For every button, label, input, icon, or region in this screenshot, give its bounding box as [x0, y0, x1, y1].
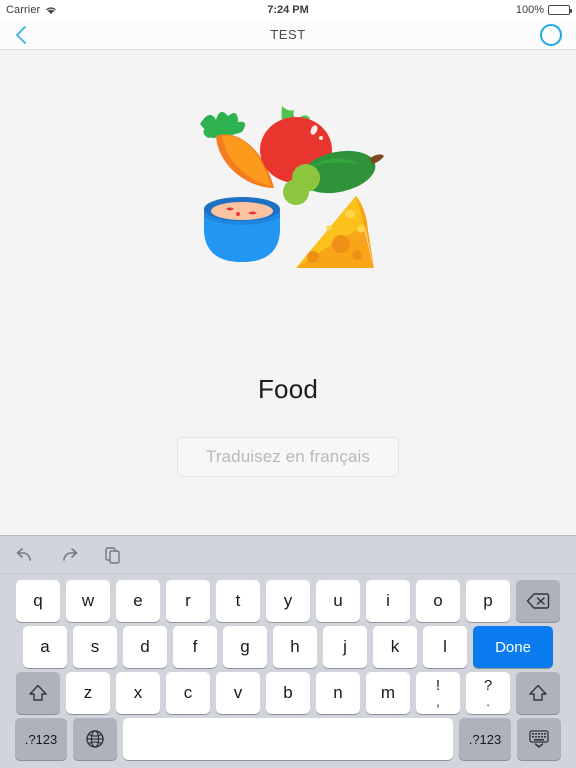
chevron-left-icon: [14, 24, 28, 46]
key-k[interactable]: k: [373, 626, 417, 668]
key-p[interactable]: p: [466, 580, 510, 622]
key-y[interactable]: y: [266, 580, 310, 622]
key-i[interactable]: i: [366, 580, 410, 622]
key-l[interactable]: l: [423, 626, 467, 668]
key-g[interactable]: g: [223, 626, 267, 668]
shift-up-arrow-icon: [28, 683, 48, 703]
numbers-key-right[interactable]: .?123: [459, 718, 511, 760]
wifi-icon: [45, 5, 57, 15]
key-question-period[interactable]: ? .: [466, 672, 510, 714]
keyboard-toolbar: [0, 536, 576, 574]
key-a[interactable]: a: [23, 626, 67, 668]
soup-bowl: [204, 197, 280, 262]
key-s[interactable]: s: [73, 626, 117, 668]
onscreen-keyboard: q w e r t y u i o p a s d f g h j k l Do…: [0, 535, 576, 768]
key-b[interactable]: b: [266, 672, 310, 714]
key-c[interactable]: c: [166, 672, 210, 714]
status-bar-left: Carrier: [6, 4, 57, 16]
keyboard-row-4: .?123 .?123: [3, 717, 573, 761]
space-key[interactable]: [123, 718, 453, 760]
page-title: TEST: [270, 27, 306, 42]
key-period-label: .: [486, 694, 490, 709]
key-question-label: ?: [483, 677, 493, 694]
keyboard-row-3: z x c v b n m ! , ? .: [3, 671, 573, 715]
backspace-key[interactable]: [516, 580, 560, 622]
translation-input[interactable]: Traduisez en français: [177, 437, 399, 477]
cheese-wedge: [296, 196, 374, 268]
globe-icon: [85, 729, 105, 749]
key-q[interactable]: q: [16, 580, 60, 622]
carrier-label: Carrier: [6, 4, 41, 16]
status-bar-right: 100%: [515, 4, 572, 16]
key-x[interactable]: x: [116, 672, 160, 714]
key-d[interactable]: d: [123, 626, 167, 668]
battery-full-icon: [548, 5, 572, 15]
numbers-key-left[interactable]: .?123: [15, 718, 67, 760]
dismiss-keyboard-key[interactable]: [517, 718, 561, 760]
backspace-icon: [526, 592, 550, 610]
done-key[interactable]: Done: [473, 626, 553, 668]
paste-icon[interactable]: [100, 542, 126, 568]
key-exclamation-comma[interactable]: ! ,: [416, 672, 460, 714]
translation-input-placeholder: Traduisez en français: [206, 447, 370, 466]
keyboard-row-2: a s d f g h j k l Done: [3, 625, 573, 669]
key-f[interactable]: f: [173, 626, 217, 668]
key-exclamation-label: !: [435, 677, 441, 694]
redo-icon[interactable]: [56, 542, 82, 568]
key-n[interactable]: n: [316, 672, 360, 714]
key-m[interactable]: m: [366, 672, 410, 714]
key-comma-label: ,: [436, 694, 440, 709]
undo-icon[interactable]: [12, 542, 38, 568]
battery-percent-label: 100%: [515, 4, 544, 16]
key-u[interactable]: u: [316, 580, 360, 622]
status-bar: Carrier 7:24 PM 100%: [0, 0, 576, 20]
progress-ring-button[interactable]: [540, 23, 562, 46]
key-z[interactable]: z: [66, 672, 110, 714]
dismiss-keyboard-icon: [527, 729, 551, 749]
key-r[interactable]: r: [166, 580, 210, 622]
keyboard-rows: q w e r t y u i o p a s d f g h j k l Do…: [0, 574, 576, 768]
key-w[interactable]: w: [66, 580, 110, 622]
prompt-word: Food: [257, 374, 319, 404]
key-j[interactable]: j: [323, 626, 367, 668]
keyboard-row-1: q w e r t y u i o p: [3, 579, 573, 623]
key-t[interactable]: t: [216, 580, 260, 622]
food-illustration: [178, 92, 398, 282]
globe-key[interactable]: [73, 718, 117, 760]
back-button[interactable]: [14, 24, 28, 46]
navigation-bar: TEST: [0, 20, 576, 50]
main-content: Food Traduisez en français: [0, 50, 576, 535]
key-o[interactable]: o: [416, 580, 460, 622]
shift-key-right[interactable]: [516, 672, 560, 714]
key-v[interactable]: v: [216, 672, 260, 714]
shift-key-left[interactable]: [16, 672, 60, 714]
shift-up-arrow-icon: [528, 683, 548, 703]
app-root: Carrier 7:24 PM 100% TEST Food Traduisez…: [0, 0, 576, 768]
key-h[interactable]: h: [273, 626, 317, 668]
key-e[interactable]: e: [116, 580, 160, 622]
status-bar-time: 7:24 PM: [267, 4, 309, 16]
circle-outline-icon: [540, 23, 562, 46]
